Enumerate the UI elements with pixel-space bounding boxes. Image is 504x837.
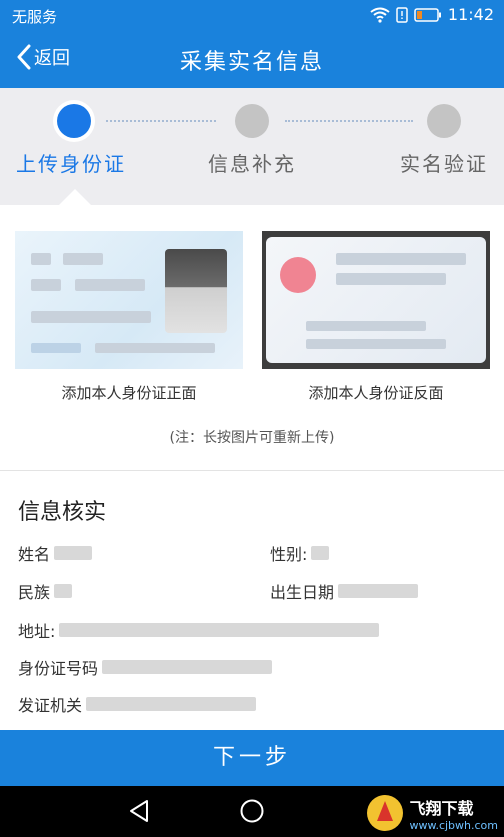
clock: 11:42 bbox=[447, 5, 494, 24]
nav-home-icon[interactable] bbox=[239, 798, 265, 824]
masked-value bbox=[102, 660, 273, 674]
card-back-surface bbox=[266, 237, 486, 363]
field-gender: 性别: bbox=[270, 541, 330, 565]
field-label: 民族 bbox=[18, 583, 51, 602]
masked-value bbox=[54, 584, 73, 598]
watermark: 飞翔下载 www.cjbwh.com bbox=[365, 793, 498, 833]
wifi-icon bbox=[370, 7, 390, 23]
system-nav-bar: 飞翔下载 www.cjbwh.com bbox=[0, 786, 504, 837]
blurred-text bbox=[306, 339, 446, 349]
blurred-text bbox=[75, 279, 145, 291]
watermark-text: 飞翔下载 www.cjbwh.com bbox=[409, 795, 498, 832]
blurred-text bbox=[336, 273, 446, 285]
divider bbox=[0, 470, 504, 471]
blurred-text bbox=[31, 279, 61, 291]
blurred-text bbox=[336, 253, 466, 265]
field-label: 姓名 bbox=[18, 545, 51, 564]
blurred-text bbox=[31, 343, 81, 353]
status-bar: 无服务 11:42 bbox=[0, 0, 504, 32]
field-address: 地址: bbox=[18, 618, 380, 642]
step-dot-verify bbox=[427, 104, 461, 138]
masked-value bbox=[86, 697, 257, 711]
masked-value bbox=[311, 546, 330, 560]
battery-icon bbox=[414, 7, 441, 22]
page-title: 采集实名信息 bbox=[179, 50, 324, 75]
blurred-text bbox=[95, 343, 215, 353]
upload-section: 添加本人身份证正面 添加本人身份证反面 (注：长按图片可重新上传) bbox=[0, 205, 504, 470]
watermark-title: 飞翔下载 bbox=[409, 798, 474, 818]
field-label: 出生日期 bbox=[270, 583, 335, 602]
field-id-number: 身份证号码 bbox=[18, 655, 273, 679]
national-emblem bbox=[280, 257, 316, 293]
blurred-text bbox=[31, 311, 151, 323]
id-card-back-upload[interactable] bbox=[262, 231, 490, 369]
front-upload-label: 添加本人身份证正面 bbox=[61, 384, 197, 402]
id-card-front-upload[interactable] bbox=[15, 231, 243, 369]
field-label: 身份证号码 bbox=[18, 659, 99, 678]
masked-value bbox=[54, 546, 93, 560]
masked-value bbox=[338, 584, 419, 598]
field-ethnicity: 民族 bbox=[18, 579, 73, 603]
step-indicator: 上传身份证 信息补充 实名验证 bbox=[0, 88, 504, 205]
watermark-logo-icon bbox=[367, 795, 404, 831]
back-upload-label: 添加本人身份证反面 bbox=[308, 384, 444, 402]
step-dot-upload bbox=[57, 104, 91, 138]
field-birth: 出生日期 bbox=[270, 579, 419, 603]
field-label: 地址: bbox=[18, 622, 56, 641]
step-connector bbox=[285, 120, 413, 122]
blurred-text bbox=[306, 321, 426, 331]
step-connector bbox=[106, 120, 216, 122]
field-name: 姓名 bbox=[18, 541, 93, 565]
next-step-button[interactable]: 下一步 bbox=[0, 730, 504, 786]
step-label-verify: 实名验证 bbox=[400, 152, 488, 176]
status-icons: 11:42 bbox=[370, 5, 494, 24]
carrier-text: 无服务 bbox=[12, 8, 58, 26]
step-label-upload: 上传身份证 bbox=[16, 152, 126, 176]
portrait-photo bbox=[165, 249, 227, 333]
sim-alert-icon bbox=[396, 6, 408, 23]
watermark-url: www.cjbwh.com bbox=[409, 818, 498, 832]
step-dot-supplement bbox=[235, 104, 269, 138]
nav-back-icon[interactable] bbox=[128, 799, 150, 823]
header: 返回 采集实名信息 bbox=[0, 32, 504, 88]
field-label: 发证机关 bbox=[18, 696, 83, 715]
field-label: 性别: bbox=[270, 545, 308, 564]
verify-section-title: 信息核实 bbox=[18, 500, 107, 525]
blurred-text bbox=[31, 253, 51, 265]
field-issuer: 发证机关 bbox=[18, 692, 257, 716]
step-pointer bbox=[58, 189, 92, 206]
step-label-supplement: 信息补充 bbox=[208, 152, 296, 176]
masked-value bbox=[59, 623, 380, 637]
upload-note: (注：长按图片可重新上传) bbox=[169, 430, 335, 446]
blurred-text bbox=[63, 253, 103, 265]
